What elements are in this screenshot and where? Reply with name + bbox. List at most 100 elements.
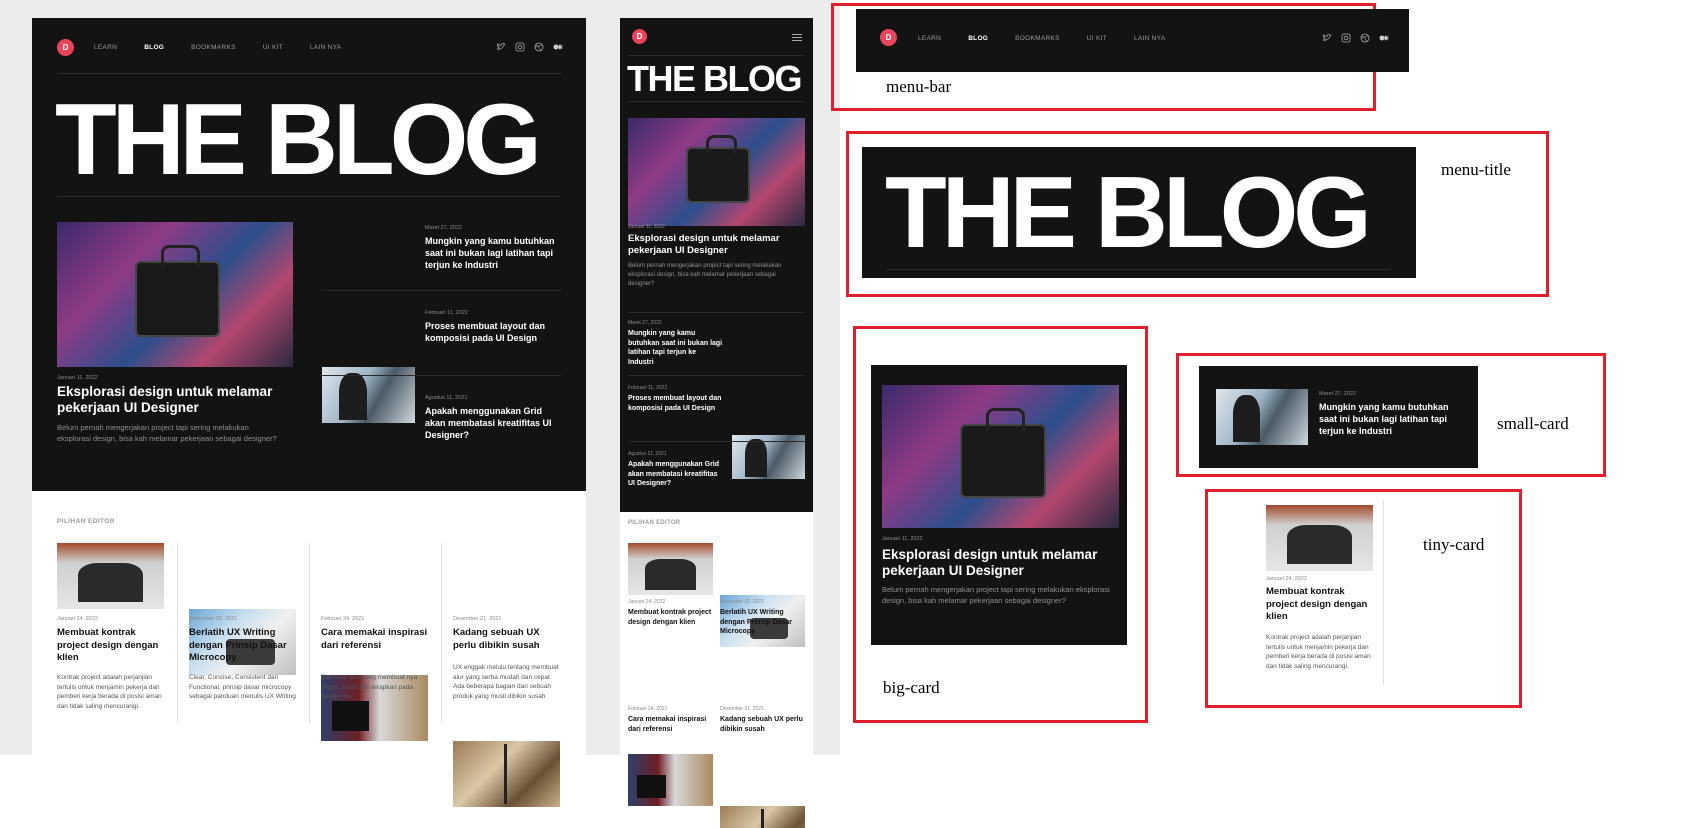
social-links [1322,33,1389,43]
title-divider [57,196,561,197]
logo[interactable]: D [57,39,74,56]
nav-learn[interactable]: LEARN [94,44,117,51]
editor-post-image[interactable] [720,806,805,828]
featured-image[interactable] [882,385,1119,528]
dribbble-icon[interactable] [534,42,544,52]
desktop-editor-section: PILIHAN EDITOR Januari 24, 2022 Membuat … [32,491,586,807]
medium-icon[interactable] [553,42,563,52]
side-divider [628,441,805,442]
nav-blog[interactable]: BLOG [144,44,164,51]
big-card-sample: Januari 11, 2022 Eksplorasi design untuk… [871,365,1127,645]
side-post-date: Agustus 11, 2021 [425,395,468,401]
tiny-card-sample: Januari 24, 2022 Membuat kontrak project… [1256,500,1384,685]
featured-excerpt: Belum pernah mengerjakan project tapi se… [882,585,1110,605]
featured-title[interactable]: Eksplorasi design untuk melamar pekerjaa… [628,233,805,257]
nav-learn[interactable]: LEARN [918,35,941,42]
nav-bookmarks[interactable]: BOOKMARKS [191,44,236,51]
editor-post-title[interactable]: Membuat kontrak project design dengan kl… [1266,586,1376,624]
editor-post-title[interactable]: Cara memakai inspirasi dari referensi [321,627,431,652]
nav-ui-kit[interactable]: UI KIT [1087,35,1107,42]
side-post-date: Februari 11, 2022 [628,385,668,391]
nav-bookmarks[interactable]: BOOKMARKS [1015,35,1060,42]
side-post-title[interactable]: Proses membuat layout dan komposisi pada… [425,320,559,344]
logo[interactable]: D [880,29,897,46]
dribbble-icon[interactable] [1360,33,1370,43]
page-title: THE BLOG [627,58,803,99]
main-nav: LEARN BLOG BOOKMARKS UI KIT LAIN NYA [94,44,369,51]
side-post-image[interactable] [1216,389,1308,445]
featured-date: Januari 11, 2022 [882,536,923,542]
side-post-title[interactable]: Mungkin yang kamu butuhkan saat ini buka… [628,329,723,367]
editor-post-date: Februari 24, 2021 [628,706,668,712]
side-post-date: Maret 27, 2022 [628,320,662,326]
logo[interactable]: D [632,29,647,44]
editor-post-title[interactable]: Berlatih UX Writing dengan Prinsip Dasar… [720,608,808,637]
featured-image[interactable] [57,222,293,367]
mobile-editor-section: PILIHAN EDITOR Januari 24, 2022 Membuat … [620,512,813,828]
side-post-title[interactable]: Mungkin yang kamu butuhkan saat ini buka… [425,235,559,271]
annotation-label: menu-bar [886,77,952,96]
side-divider [628,375,805,376]
mobile-mockup: D THE BLOG Januari 11, 2022 Eksplorasi d… [620,18,813,701]
side-post-title[interactable]: Apakah menggunakan Grid akan membatasi k… [425,405,559,441]
main-nav: LEARN BLOG BOOKMARKS UI KIT LAIN NYA [918,35,1193,42]
annotation-label: menu-title [1441,160,1511,179]
featured-date: Januari 11, 2022 [57,375,98,381]
desktop-mockup: D LEARN BLOG BOOKMARKS UI KIT LAIN NYA T… [32,18,586,705]
nav-lain-nya[interactable]: LAIN NYA [310,44,342,51]
editor-post-image[interactable] [453,741,560,807]
medium-icon[interactable] [1379,33,1389,43]
side-post-title[interactable]: Proses membuat layout dan komposisi pada… [628,394,723,413]
editor-post-title[interactable]: Kadang sebuah UX perlu dibikin susah [453,627,563,652]
nav-divider [57,73,561,74]
side-post-date: Maret 27, 2022 [1319,391,1356,397]
featured-title[interactable]: Eksplorasi design untuk melamar pekerjaa… [882,547,1117,579]
side-post-date: Maret 27, 2022 [425,225,462,231]
editor-post-title[interactable]: Cara memakai inspirasi dari referensi [628,715,716,734]
editor-post-excerpt: Cari tahu apa yang membuat nya bagus, am… [321,674,418,700]
editor-post-image[interactable] [57,543,164,609]
side-divider [322,375,561,376]
editor-post-date: Desember 21, 2021 [453,616,502,622]
editor-post-date: Desember 20, 2021 [720,599,764,605]
title-divider [887,269,1391,270]
editor-heading: PILIHAN EDITOR [57,518,115,525]
editor-post-image[interactable] [628,543,713,595]
nav-ui-kit[interactable]: UI KIT [263,44,283,51]
editor-post-image[interactable] [1266,505,1373,571]
editor-post-title[interactable]: Berlatih UX Writing dengan Prinsip Dasar… [189,627,299,665]
instagram-icon[interactable] [515,42,525,52]
social-links [496,42,563,52]
side-post-date: Februari 11, 2022 [425,310,469,316]
editor-post-excerpt: Kontrak project adalah perjanjian tertul… [1266,634,1371,670]
editor-post-title[interactable]: Membuat kontrak project design dengan kl… [628,608,716,627]
instagram-icon[interactable] [1341,33,1351,43]
menu-icon[interactable] [792,34,802,41]
page-title: THE BLOG [885,157,1372,269]
nav-lain-nya[interactable]: LAIN NYA [1134,35,1166,42]
editor-post-image[interactable] [628,754,713,806]
nav-blog[interactable]: BLOG [968,35,988,42]
editor-post-excerpt: Kontrak project adalah perjanjian tertul… [57,674,162,710]
editor-post-excerpt: Clear, Concise, Consistent dan Functiona… [189,674,296,700]
nav-divider [628,55,805,56]
editor-post-date: Desember 20, 2021 [189,616,238,622]
featured-date: Januari 11, 2022 [628,224,665,230]
annotation-label: small-card [1497,414,1569,433]
twitter-icon[interactable] [496,42,506,52]
side-post-date: Agustus 11, 2021 [628,451,667,457]
side-post-title[interactable]: Mungkin yang kamu butuhkan saat ini buka… [1319,401,1455,437]
editor-post-title[interactable]: Kadang sebuah UX perlu dibikin susah [720,715,808,734]
twitter-icon[interactable] [1322,33,1332,43]
editor-divider [177,543,178,723]
title-divider [628,101,805,102]
featured-image[interactable] [628,118,805,226]
editor-post-title[interactable]: Membuat kontrak project design dengan kl… [57,627,167,665]
featured-title[interactable]: Eksplorasi design untuk melamar pekerjaa… [57,384,287,416]
featured-excerpt: Belum pernah mengerjakan project tapi se… [628,263,782,287]
small-card-sample: Maret 27, 2022 Mungkin yang kamu butuhka… [1199,366,1478,468]
editor-post-date: Desember 21, 2021 [720,706,764,712]
editor-divider [309,543,310,723]
side-post-title[interactable]: Apakah menggunakan Grid akan membatasi k… [628,460,723,489]
editor-post-date: Februari 24, 2021 [321,616,365,622]
